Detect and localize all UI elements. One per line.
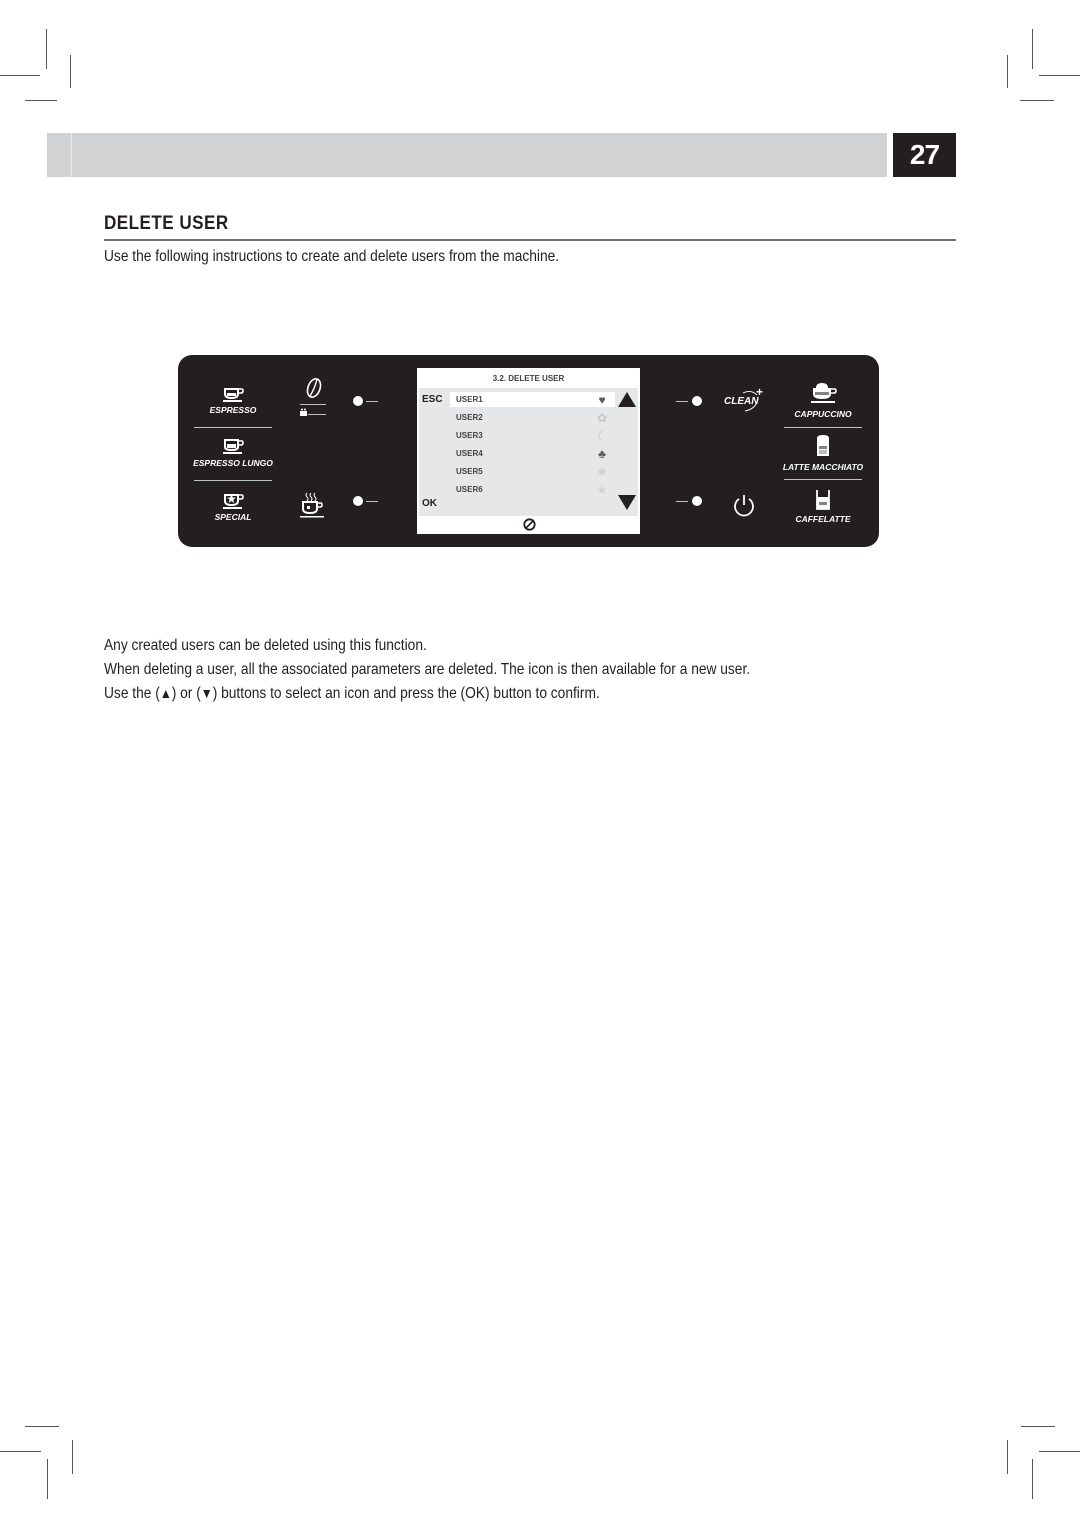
crop-mark — [25, 100, 57, 101]
ok-button[interactable]: OK — [422, 498, 437, 509]
caffelatte-glass-icon — [816, 490, 830, 510]
crop-mark — [1020, 100, 1054, 101]
display-footer — [419, 516, 638, 532]
crop-mark — [1007, 1440, 1008, 1474]
user-label: USER3 — [456, 431, 483, 440]
moon-icon: ☾ — [596, 429, 608, 443]
section-title: DELETE USER — [104, 213, 229, 234]
crop-mark — [25, 1426, 59, 1427]
clean-indicator-led — [692, 396, 702, 406]
down-arrow-symbol: ▼ — [200, 685, 213, 701]
intro-text: Use the following instructions to create… — [104, 248, 560, 265]
header-bar — [47, 133, 887, 177]
sun-icon: ✹ — [596, 465, 608, 479]
crop-mark — [72, 1440, 73, 1474]
coffee-bean-icon — [523, 518, 536, 531]
indicator-dash — [676, 401, 688, 402]
esc-button[interactable]: ESC — [422, 394, 443, 405]
crop-mark — [1032, 1459, 1033, 1499]
heart-icon: ♥ — [598, 393, 606, 407]
latte-macchiato-label: LATTE MACCHIATO — [782, 462, 864, 472]
paragraph-delete-parameters: When deleting a user, all the associated… — [104, 661, 751, 678]
instruction-text: ) buttons to select an icon and press th… — [212, 685, 600, 702]
page-number: 27 — [893, 133, 956, 177]
user-label: USER2 — [456, 413, 483, 422]
latte-macchiato-glass-icon — [817, 435, 829, 456]
espresso-lungo-cup-icon — [223, 439, 244, 454]
down-arrow-button[interactable] — [618, 495, 636, 510]
paragraph-instructions: Use the (▲) or (▼) buttons to select an … — [104, 685, 600, 703]
coffee-bean-icon — [306, 378, 322, 398]
user-label: USER6 — [456, 485, 483, 494]
cappuccino-label: CAPPUCCINO — [794, 409, 852, 419]
display-title: 3.2. DELETE USER — [419, 370, 638, 388]
title-rule — [104, 239, 956, 241]
up-arrow-symbol: ▲ — [159, 685, 172, 701]
cappuccino-cup-icon — [811, 383, 837, 403]
user-label: USER5 — [456, 467, 483, 476]
clean-label: CLEAN — [724, 396, 759, 407]
clover-icon: ♣ — [598, 447, 606, 461]
up-arrow-button[interactable] — [618, 392, 636, 407]
espresso-cup-icon — [223, 388, 244, 402]
panel-divider — [194, 427, 272, 428]
indicator-dash — [366, 501, 378, 502]
indicator-dash — [676, 501, 688, 502]
crop-mark — [1007, 55, 1008, 88]
crop-mark — [1039, 1451, 1080, 1452]
indicator-dash — [366, 401, 378, 402]
control-panel: ESPRESSO ESPRESSO LUNGO SPECIAL 3.2. DEL… — [178, 355, 879, 547]
clean-button[interactable]: CLEAN + — [723, 385, 765, 413]
crop-mark — [1032, 29, 1033, 69]
crop-mark — [47, 1459, 48, 1499]
espresso-label: ESPRESSO — [209, 405, 257, 415]
crop-mark — [46, 29, 47, 69]
caffelatte-label: CAFFELATTE — [795, 514, 851, 524]
ground-coffee-icon — [300, 408, 326, 416]
header-bar-divider — [71, 133, 72, 177]
crop-mark — [0, 1451, 41, 1452]
special-label: SPECIAL — [214, 512, 252, 522]
power-icon[interactable] — [732, 494, 756, 518]
star-icon: ★ — [596, 483, 608, 497]
crop-mark — [0, 75, 40, 76]
hot-water-cup-icon — [300, 492, 324, 518]
aroma-indicator-led — [353, 396, 363, 406]
paragraph-delete-info: Any created users can be deleted using t… — [104, 637, 427, 654]
flower-icon: ✿ — [596, 411, 608, 425]
crop-mark — [70, 55, 71, 88]
power-indicator-led — [692, 496, 702, 506]
special-cup-icon — [223, 494, 244, 509]
panel-divider — [194, 480, 272, 481]
user-label: USER1 — [456, 395, 483, 404]
espresso-lungo-label: ESPRESSO LUNGO — [193, 458, 273, 468]
aroma-divider — [300, 404, 326, 405]
instruction-text: Use the ( — [104, 685, 160, 702]
panel-divider — [784, 427, 862, 428]
panel-divider — [784, 479, 862, 480]
crop-mark — [1021, 1426, 1055, 1427]
instruction-text: ) or ( — [171, 685, 201, 702]
hot-water-indicator-led — [353, 496, 363, 506]
user-label: USER4 — [456, 449, 483, 458]
crop-mark — [1039, 75, 1080, 76]
display-screen: 3.2. DELETE USER ESC OK USER1 ♥ USER2 ✿ USER… — [417, 368, 640, 534]
clean-plus: + — [756, 385, 764, 399]
